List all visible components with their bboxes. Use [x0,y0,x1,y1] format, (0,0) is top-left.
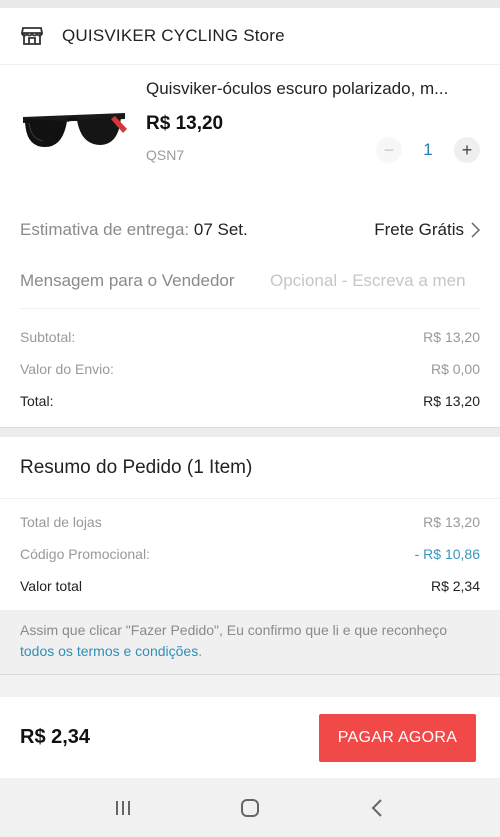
terms-link[interactable]: todos os termos e condições [20,643,198,659]
grand-total-row: Valor total R$ 2,34 [0,570,500,602]
grand-total-label: Valor total [20,578,82,594]
delivery-estimate: Estimativa de entrega: 07 Set. [20,220,248,240]
promo-code-value: - R$ 10,86 [414,546,480,562]
seller-message-input[interactable]: Opcional - Escreva a men [270,271,480,291]
system-nav-bar [0,778,500,837]
promo-code-label: Código Promocional: [20,546,150,562]
delivery-label: Estimativa de entrega: [20,220,194,239]
checkout-screen: QUISVIKER CYCLING Store Quisviker-óculos… [0,0,500,837]
stores-total-label: Total de lojas [20,514,102,530]
terms-end: . [198,643,203,659]
seller-message-label: Mensagem para o Vendedor [20,270,235,290]
stores-total-row: Total de lojas R$ 13,20 [0,506,500,538]
quantity-stepper: − 1 + [376,137,480,163]
subtotal-row: Subtotal: R$ 13,20 [0,321,500,353]
section-divider [0,427,500,437]
subtotal-label: Subtotal: [20,329,76,345]
checkout-bar: R$ 2,34 PAGAR AGORA [0,697,500,778]
seller-message-row: Mensagem para o Vendedor Opcional - Escr… [20,253,480,309]
product-price: R$ 13,20 [146,113,224,134]
order-summary: Resumo do Pedido (1 Item) Total de lojas… [0,437,500,610]
shipping-cost-row: Valor do Envio: R$ 0,00 [0,353,500,385]
product-title[interactable]: Quisviker-óculos escuro polarizado, m... [146,79,478,99]
shipping-label: Frete Grátis [374,220,464,239]
grand-total-value: R$ 2,34 [430,578,480,594]
total-value: R$ 13,20 [423,393,480,409]
product-sku: QSN7 [146,147,185,163]
shipping-option[interactable]: Frete Grátis [374,220,480,240]
total-label: Total: [20,393,54,409]
stores-total-value: R$ 13,20 [423,514,480,530]
product-item: Quisviker-óculos escuro polarizado, m...… [0,65,500,195]
store-icon [20,24,44,48]
increase-quantity-button[interactable]: + [454,137,480,163]
terms-notice: Assim que clicar "Fazer Pedido", Eu conf… [0,610,500,675]
product-image[interactable] [18,83,130,175]
store-totals: Subtotal: R$ 13,20 Valor do Envio: R$ 0,… [0,309,500,427]
terms-text: Assim que clicar "Fazer Pedido", Eu conf… [20,622,448,638]
checkout-total: R$ 2,34 [20,726,91,748]
store-name: QUISVIKER CYCLING Store [62,26,285,45]
delivery-row[interactable]: Estimativa de entrega: 07 Set. Frete Grá… [0,207,500,253]
quantity-value: 1 [423,140,433,159]
shipping-cost-value: R$ 0,00 [430,361,480,377]
decrease-quantity-button[interactable]: − [376,137,402,163]
order-summary-title: Resumo do Pedido (1 Item) [0,437,500,499]
subtotal-value: R$ 13,20 [423,329,480,345]
chevron-right-icon [470,222,480,238]
home-icon[interactable] [230,788,270,828]
store-header[interactable]: QUISVIKER CYCLING Store [0,8,500,65]
shipping-cost-label: Valor do Envio: [20,361,114,377]
promo-code-row[interactable]: Código Promocional: - R$ 10,86 [0,538,500,570]
top-spacer [0,0,500,8]
order-summary-lines: Total de lojas R$ 13,20 Código Promocion… [0,499,500,610]
order-card: QUISVIKER CYCLING Store Quisviker-óculos… [0,8,500,427]
recent-apps-icon[interactable] [103,788,143,828]
pay-now-button[interactable]: PAGAR AGORA [319,713,476,762]
back-icon[interactable] [357,788,397,828]
total-row: Total: R$ 13,20 [0,385,500,417]
delivery-date: 07 Set. [193,220,248,239]
